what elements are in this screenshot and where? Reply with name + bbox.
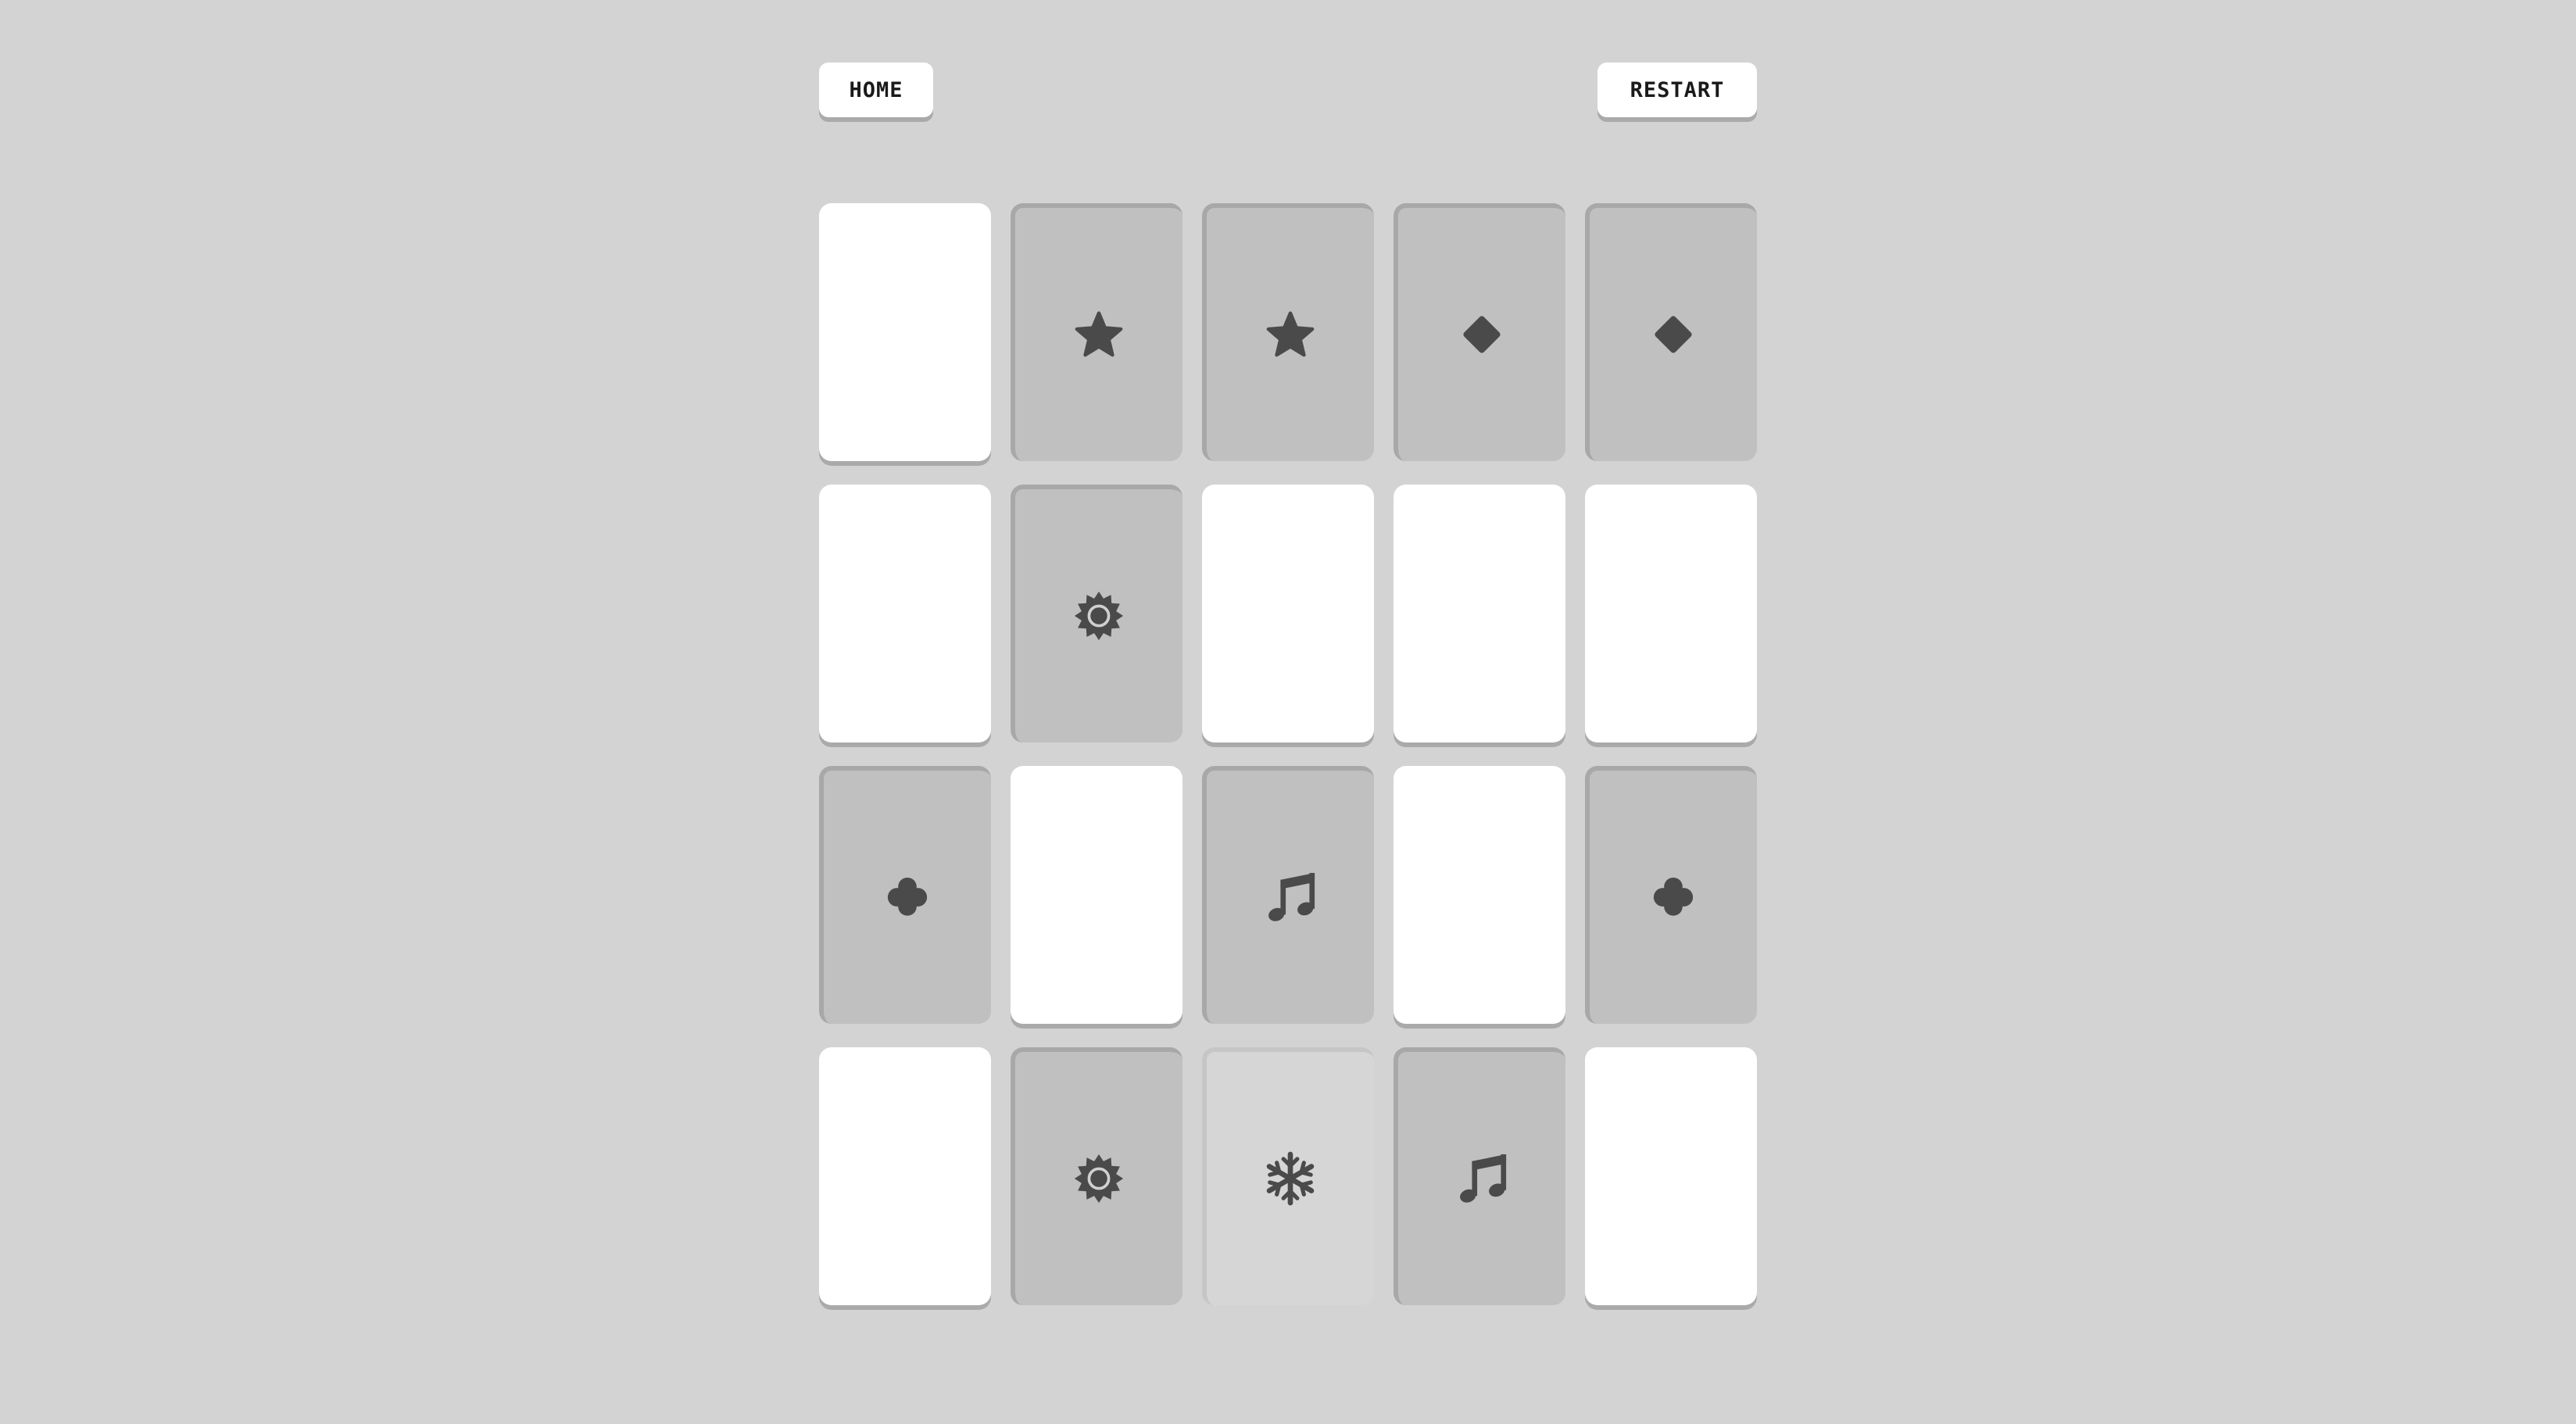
- card-r4-c2[interactable]: [1011, 1047, 1182, 1305]
- card-r4-c1[interactable]: [819, 1047, 991, 1305]
- card-r3-c4[interactable]: [1394, 766, 1565, 1024]
- card-r3-c3[interactable]: [1202, 766, 1374, 1024]
- card-r2-c3[interactable]: [1202, 485, 1374, 742]
- music-note-icon: [1453, 1150, 1511, 1208]
- card-grid: [819, 203, 1757, 1305]
- card-r2-c4[interactable]: [1394, 485, 1565, 742]
- card-r2-c5[interactable]: [1585, 485, 1757, 742]
- home-button[interactable]: HOME: [819, 63, 933, 117]
- card-r1-c3[interactable]: [1202, 203, 1374, 461]
- restart-button[interactable]: RESTART: [1597, 63, 1757, 117]
- card-r1-c4[interactable]: [1394, 203, 1565, 461]
- card-r3-c2[interactable]: [1011, 766, 1182, 1024]
- sun-icon: [1070, 1150, 1128, 1208]
- card-r1-c5[interactable]: [1585, 203, 1757, 461]
- memory-game: HOME RESTART: [819, 0, 1757, 1424]
- card-r1-c1[interactable]: [819, 203, 991, 461]
- star-icon: [1261, 306, 1319, 363]
- snowflake-icon: [1261, 1150, 1319, 1208]
- diamond-icon: [1644, 306, 1702, 363]
- clover-icon: [878, 868, 936, 926]
- diamond-icon: [1453, 306, 1511, 363]
- card-r4-c3[interactable]: [1202, 1047, 1374, 1305]
- card-r2-c1[interactable]: [819, 485, 991, 742]
- clover-icon: [1644, 868, 1702, 926]
- card-r3-c5[interactable]: [1585, 766, 1757, 1024]
- card-r1-c2[interactable]: [1011, 203, 1182, 461]
- card-r3-c1[interactable]: [819, 766, 991, 1024]
- card-r4-c5[interactable]: [1585, 1047, 1757, 1305]
- card-r2-c2[interactable]: [1011, 485, 1182, 742]
- star-icon: [1070, 306, 1128, 363]
- sun-icon: [1070, 587, 1128, 645]
- card-r4-c4[interactable]: [1394, 1047, 1565, 1305]
- music-note-icon: [1261, 868, 1319, 926]
